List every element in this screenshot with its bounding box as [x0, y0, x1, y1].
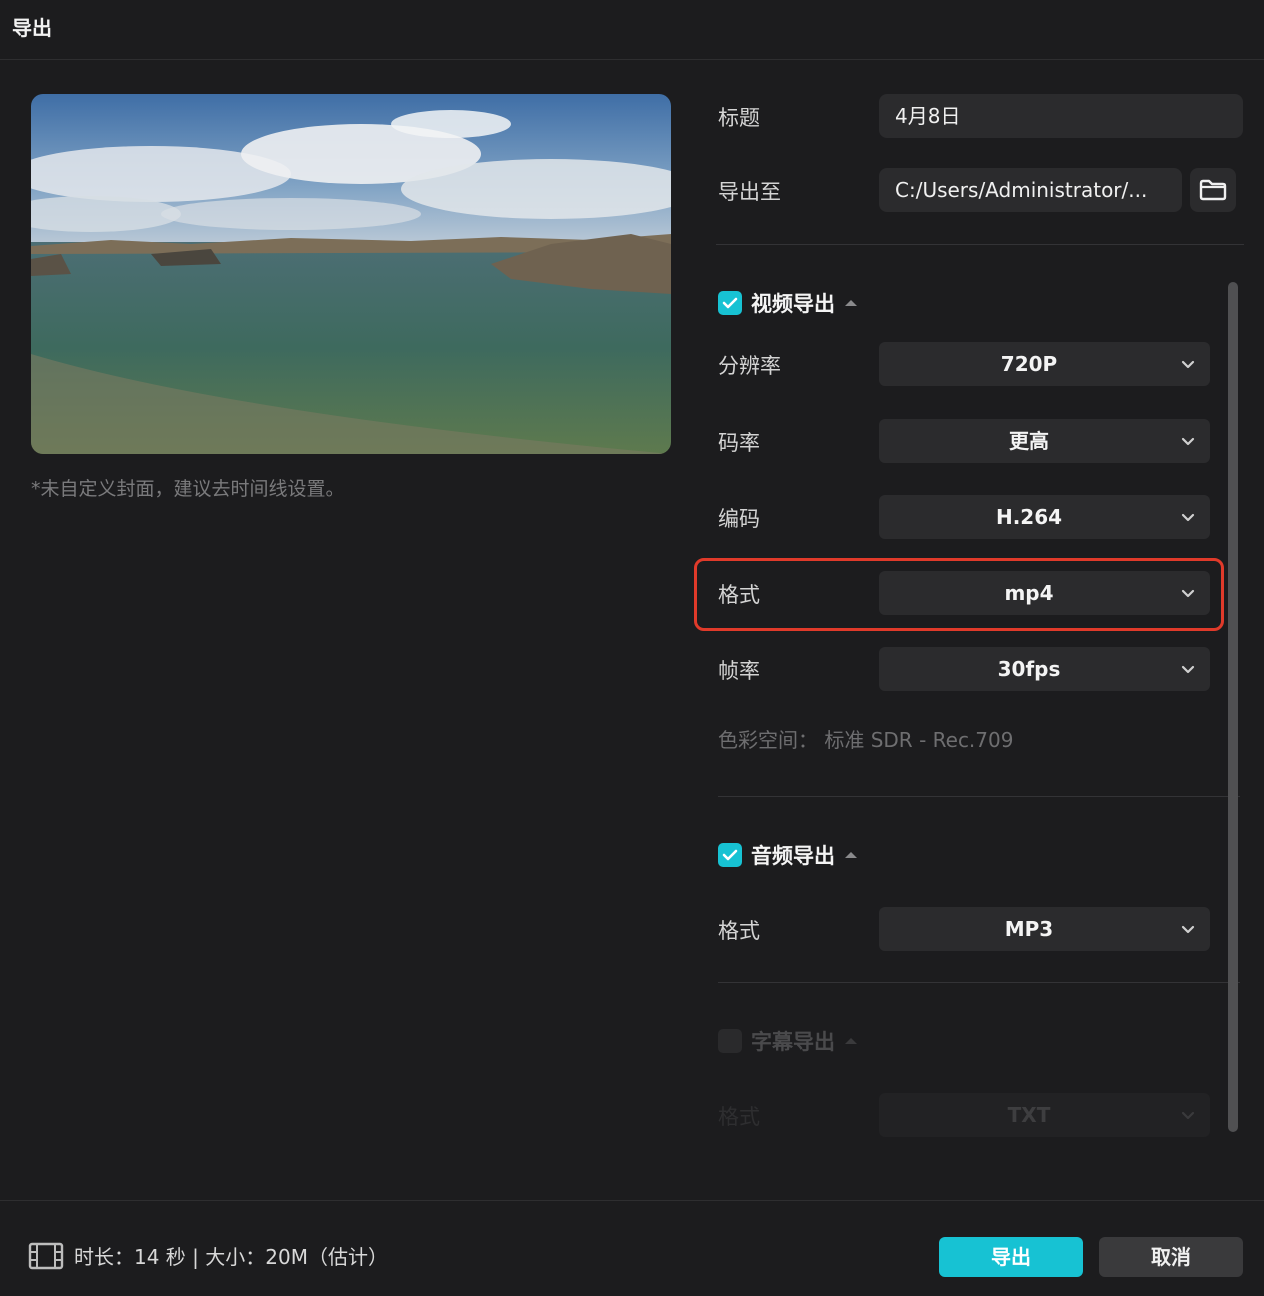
export-info: 时长：14 秒 | 大小：20M（估计） — [28, 1241, 388, 1270]
film-strip-icon — [28, 1242, 64, 1269]
folder-icon — [1199, 179, 1227, 201]
check-icon — [722, 849, 738, 861]
codec-select[interactable]: H.264 — [879, 495, 1210, 539]
chevron-down-icon — [1181, 360, 1195, 369]
resolution-label: 分辨率 — [718, 354, 781, 378]
browse-folder-button[interactable] — [1190, 168, 1236, 212]
codec-value: H.264 — [995, 505, 1063, 529]
divider — [718, 982, 1240, 983]
title-bar: 导出 — [0, 0, 1264, 60]
video-preview — [31, 94, 671, 454]
bitrate-value: 更高 — [1009, 429, 1049, 453]
resolution-select[interactable]: 720P — [879, 342, 1210, 386]
chevron-down-icon — [1181, 665, 1195, 674]
audio-format-select[interactable]: MP3 — [879, 907, 1210, 951]
subtitle-export-checkbox[interactable] — [718, 1029, 742, 1053]
dialog-footer: 时长：14 秒 | 大小：20M（估计） 导出 取消 — [0, 1200, 1264, 1296]
audio-format-label: 格式 — [718, 919, 760, 943]
bitrate-select[interactable]: 更高 — [879, 419, 1210, 463]
chevron-down-icon — [1181, 925, 1195, 934]
video-export-section-header[interactable]: 视频导出 — [718, 288, 857, 318]
chevron-down-icon — [1181, 513, 1195, 522]
collapse-caret-icon[interactable] — [845, 300, 857, 306]
cancel-button[interactable]: 取消 — [1099, 1237, 1243, 1277]
export-path-input[interactable]: C:/Users/Administrator/... — [879, 168, 1182, 212]
codec-label: 编码 — [718, 507, 760, 531]
format-highlight-box — [694, 558, 1224, 631]
export-button[interactable]: 导出 — [939, 1237, 1083, 1277]
subtitle-export-title: 字幕导出 — [751, 1030, 835, 1054]
framerate-select[interactable]: 30fps — [879, 647, 1210, 691]
bitrate-label: 码率 — [718, 431, 760, 455]
chevron-down-icon — [1181, 437, 1195, 446]
audio-export-title: 音频导出 — [751, 844, 835, 868]
chevron-down-icon — [1181, 1111, 1195, 1120]
check-icon — [722, 297, 738, 309]
cover-hint-text: *未自定义封面，建议去时间线设置。 — [31, 478, 345, 500]
divider — [716, 244, 1244, 245]
subtitle-format-select[interactable]: TXT — [879, 1093, 1210, 1137]
export-to-label: 导出至 — [718, 180, 781, 204]
landscape-preview-image — [31, 94, 671, 454]
subtitle-export-section-header[interactable]: 字幕导出 — [718, 1026, 857, 1056]
framerate-label: 帧率 — [718, 659, 760, 683]
title-label: 标题 — [718, 106, 760, 130]
audio-format-value: MP3 — [1004, 917, 1054, 941]
export-dialog: 导出 *未自定义封面，建议去时间线设置。 标题 4月8日 导出至 C:/User… — [0, 0, 1264, 1296]
duration-size-text: 时长：14 秒 | 大小：20M（估计） — [74, 1245, 388, 1269]
video-export-title: 视频导出 — [751, 292, 835, 316]
collapse-caret-icon[interactable] — [845, 1038, 857, 1044]
collapse-caret-icon[interactable] — [845, 852, 857, 858]
framerate-value: 30fps — [997, 657, 1061, 681]
audio-export-section-header[interactable]: 音频导出 — [718, 840, 857, 870]
color-space-text: 色彩空间： 标准 SDR - Rec.709 — [718, 728, 1014, 752]
video-export-checkbox[interactable] — [718, 291, 742, 315]
subtitle-format-value: TXT — [1007, 1103, 1051, 1127]
settings-scrollbar[interactable] — [1228, 282, 1238, 1132]
divider — [718, 796, 1240, 797]
resolution-value: 720P — [1000, 352, 1058, 376]
title-input[interactable]: 4月8日 — [879, 94, 1243, 138]
dialog-title: 导出 — [12, 16, 52, 40]
subtitle-format-label: 格式 — [718, 1105, 760, 1129]
audio-export-checkbox[interactable] — [718, 843, 742, 867]
